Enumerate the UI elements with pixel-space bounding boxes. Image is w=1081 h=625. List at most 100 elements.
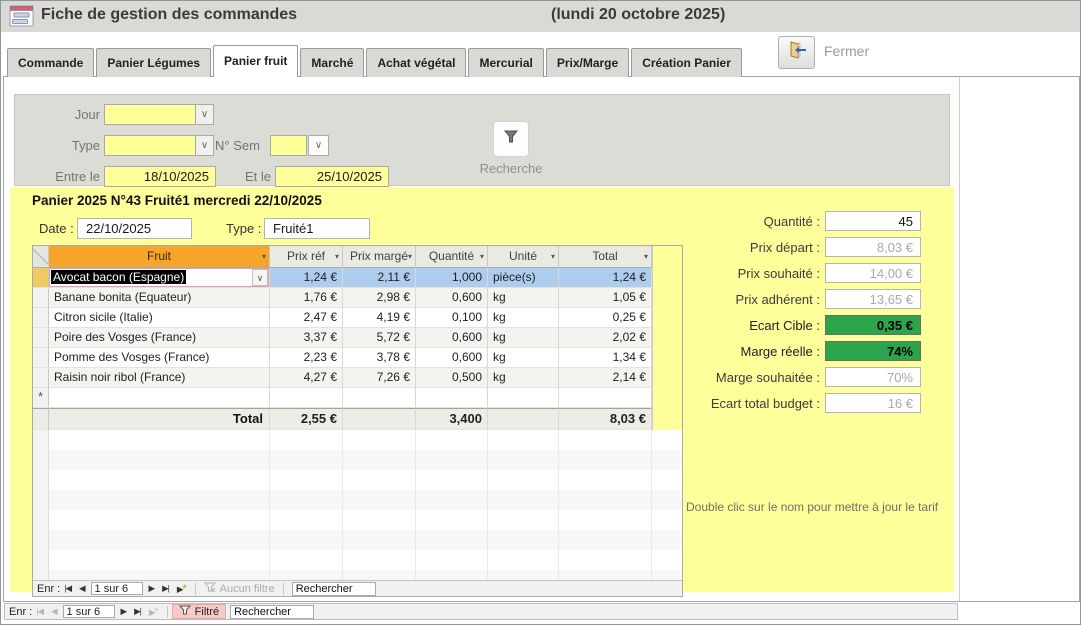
last-record-button[interactable]: ▶| (130, 606, 145, 617)
tab-commande[interactable]: Commande (7, 48, 94, 77)
table-cell[interactable]: 1,24 € (270, 268, 343, 288)
table-cell[interactable]: 5,72 € (343, 328, 416, 348)
fermer-button[interactable] (778, 36, 815, 69)
table-cell[interactable]: 3,78 € (343, 348, 416, 368)
table-cell[interactable]: pièce(s) (488, 268, 559, 288)
column-header-total[interactable]: Total▾ (559, 246, 652, 268)
table-cell[interactable]: 2,02 € (559, 328, 652, 348)
tab-creation-panier[interactable]: Création Panier (631, 48, 742, 77)
filter-arrow-icon[interactable]: ▾ (480, 246, 484, 268)
tab-achat-vegetal[interactable]: Achat végétal (366, 48, 466, 77)
table-cell[interactable]: Poire des Vosges (France) (49, 328, 270, 348)
tab-prix-marge[interactable]: Prix/Marge (546, 48, 629, 77)
column-header-prix-ref[interactable]: Prix réf▾ (270, 246, 343, 268)
table-cell[interactable]: 0,500 (416, 368, 488, 388)
record-selector[interactable] (33, 348, 49, 368)
table-cell[interactable] (49, 388, 270, 408)
table-cell[interactable] (270, 388, 343, 408)
table-cell[interactable]: 7,26 € (343, 368, 416, 388)
table-cell[interactable]: 0,600 (416, 328, 488, 348)
chevron-down-icon[interactable]: ∨ (195, 105, 213, 124)
tab-marche[interactable]: Marché (300, 48, 364, 77)
filtered-indicator[interactable]: Filtré (172, 604, 226, 619)
column-header-quantite[interactable]: Quantité▾ (416, 246, 488, 268)
column-header-prix-marge[interactable]: Prix margé▾ (343, 246, 416, 268)
next-record-button[interactable]: ▶ (145, 583, 159, 594)
last-record-button[interactable]: ▶| (158, 583, 173, 594)
table-cell[interactable] (559, 388, 652, 408)
entre-le-label: Entre le (15, 169, 100, 184)
form-search-input[interactable]: Rechercher (230, 605, 314, 619)
table-cell[interactable]: 4,27 € (270, 368, 343, 388)
record-selector[interactable] (33, 368, 49, 388)
filter-arrow-icon[interactable]: ▾ (262, 246, 266, 268)
table-cell[interactable] (343, 388, 416, 408)
table-cell[interactable]: 1,24 € (559, 268, 652, 288)
table-cell[interactable]: 3,37 € (270, 328, 343, 348)
table-cell[interactable]: Banane bonita (Equateur) (49, 288, 270, 308)
table-cell[interactable]: kg (488, 368, 559, 388)
table-cell[interactable]: 0,100 (416, 308, 488, 328)
table-cell[interactable]: kg (488, 288, 559, 308)
column-header-unite[interactable]: Unité▾ (488, 246, 559, 268)
next-record-button[interactable]: ▶ (117, 606, 131, 617)
table-cell[interactable]: 1,34 € (559, 348, 652, 368)
tab-panier-legumes[interactable]: Panier Légumes (96, 48, 211, 77)
filter-arrow-icon[interactable]: ▾ (335, 246, 339, 268)
table-cell[interactable] (488, 388, 559, 408)
table-cell[interactable]: 0,600 (416, 288, 488, 308)
table-cell[interactable]: 2,98 € (343, 288, 416, 308)
no-filter-indicator[interactable]: Aucun filtre (200, 582, 279, 596)
type-combobox[interactable]: ∨ (104, 135, 214, 156)
table-cell[interactable]: Raisin noir ribol (France) (49, 368, 270, 388)
record-selector[interactable] (33, 288, 49, 308)
recherche-button[interactable] (493, 121, 529, 157)
chevron-down-icon[interactable]: ∨ (195, 136, 213, 155)
record-selector[interactable] (33, 308, 49, 328)
date-field[interactable]: 22/10/2025 (77, 218, 192, 239)
date-debut-field[interactable]: 18/10/2025 (104, 166, 216, 187)
quantite-field[interactable]: 45 (825, 211, 921, 231)
sem-combobox[interactable] (270, 135, 307, 156)
record-selector[interactable] (33, 268, 49, 288)
jour-combobox[interactable]: ∨ (104, 104, 214, 125)
chevron-down-icon[interactable]: ∨ (252, 269, 268, 286)
chevron-down-icon[interactable]: ∨ (308, 135, 329, 156)
previous-record-button[interactable]: ◀ (47, 606, 61, 617)
date-fin-field[interactable]: 25/10/2025 (275, 166, 389, 187)
tab-panier-fruit[interactable]: Panier fruit (213, 45, 298, 77)
previous-record-button[interactable]: ◀ (75, 583, 89, 594)
table-cell[interactable]: 2,11 € (343, 268, 416, 288)
fruit-combo-cell[interactable]: Avocat bacon (Espagne)∨ (49, 268, 270, 288)
table-cell[interactable]: 0,25 € (559, 308, 652, 328)
first-record-button[interactable]: |◀ (32, 606, 47, 617)
tab-mercurial[interactable]: Mercurial (468, 48, 543, 77)
first-record-button[interactable]: |◀ (60, 583, 75, 594)
type-field[interactable]: Fruité1 (264, 218, 370, 239)
table-cell[interactable]: 4,19 € (343, 308, 416, 328)
table-cell[interactable]: kg (488, 328, 559, 348)
table-cell[interactable]: 0,600 (416, 348, 488, 368)
table-cell[interactable]: 2,47 € (270, 308, 343, 328)
filter-arrow-icon[interactable]: ▾ (551, 246, 555, 268)
record-position-box[interactable]: 1 sur 6 (63, 605, 115, 618)
select-all-corner[interactable] (33, 246, 49, 268)
table-cell[interactable]: kg (488, 348, 559, 368)
column-header-fruit[interactable]: Fruit▾ (49, 246, 270, 268)
new-record-button[interactable]: ▶* (173, 583, 191, 595)
new-record-button[interactable]: ▶* (145, 606, 163, 618)
table-cell[interactable]: kg (488, 308, 559, 328)
table-cell[interactable]: 1,000 (416, 268, 488, 288)
table-cell[interactable] (416, 388, 488, 408)
record-selector[interactable] (33, 328, 49, 348)
table-cell[interactable]: Citron sicile (Italie) (49, 308, 270, 328)
table-cell[interactable]: Pomme des Vosges (France) (49, 348, 270, 368)
table-cell[interactable]: 1,05 € (559, 288, 652, 308)
new-record-selector[interactable]: * (33, 388, 49, 408)
table-cell[interactable]: 2,14 € (559, 368, 652, 388)
table-cell[interactable]: 1,76 € (270, 288, 343, 308)
record-position-box[interactable]: 1 sur 6 (91, 582, 143, 595)
filter-arrow-icon[interactable]: ▾ (408, 246, 412, 268)
subform-search-input[interactable]: Rechercher (292, 582, 376, 596)
table-cell[interactable]: 2,23 € (270, 348, 343, 368)
